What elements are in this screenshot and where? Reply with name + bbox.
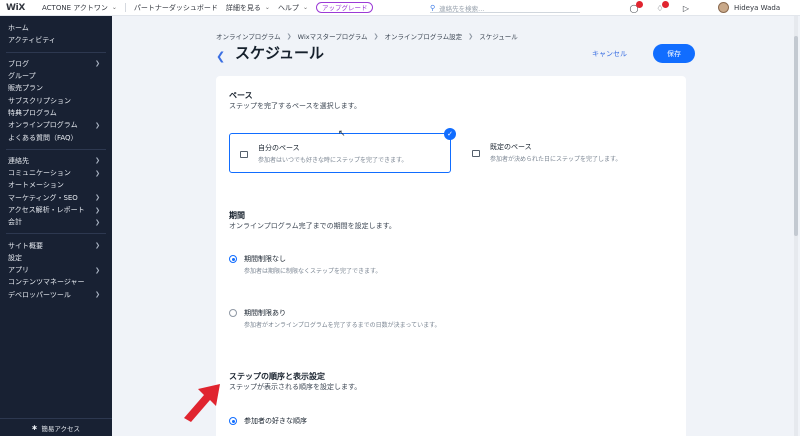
chevron-right-icon: ❯ [94,194,100,202]
search-icon: ⚲ [430,3,436,12]
radio-label: 期間制限あり [244,309,286,317]
search-placeholder: 連絡先を検索... [439,4,485,13]
topbar-icons: ◯ ♢ ▷ [628,1,692,14]
radio-selected[interactable] [229,417,237,425]
pace-title: ペース [229,91,253,100]
search-input[interactable]: ⚲ 連絡先を検索... [430,3,580,13]
period-subtitle: オンラインプログラム完了までの期間を設定します。 [229,222,396,230]
save-button[interactable]: 保存 [653,44,695,63]
user-menu[interactable]: Hideya Wada [718,2,780,13]
pace-option-self[interactable]: 自分のペース 参加者はいつでも好きな時にステップを完了できます。 ✓ [229,128,456,173]
sidebar-item-settings[interactable]: 設定 [0,252,112,264]
sidebar-item-groups[interactable]: グループ [0,70,112,82]
pace-option-fixed[interactable]: 既定のペース 参加者が決められた日にステップを完了します。 [462,133,684,173]
sidebar: ホーム アクティビティ ブログ ❯ グループ 販売プラン サブスクリプション 特典… [0,16,112,436]
help-menu[interactable]: ヘルプ ⌄ [278,3,308,13]
sidebar-item-accounting[interactable]: 会計 ❯ [0,216,112,228]
sidebar-item-activity[interactable]: アクティビティ [0,34,112,46]
settings-card: ペース ステップを完了するペースを選択します。 自分のペース 参加者はいつでも好… [216,76,686,436]
divider [124,3,126,12]
radio-selected[interactable] [229,255,237,263]
sidebar-item-marketing[interactable]: マーケティング・SEO ❯ [0,192,112,204]
calendar-icon [240,151,248,158]
breadcrumb-current: スケジュール [479,33,518,41]
sidebar-item-automations[interactable]: オートメーション [0,179,112,191]
breadcrumb-item[interactable]: Wixマスタープログラム [298,31,368,41]
sidebar-item-pricing-plans[interactable]: 販売プラン [0,82,112,94]
chevron-right-icon: ❯ [94,121,100,129]
divider [6,228,106,235]
sidebar-item-faq[interactable]: よくある質問（FAQ） [0,131,112,143]
period-title: 期間 [229,211,245,220]
chevron-down-icon: ⌄ [264,4,270,11]
chevron-right-icon: ❯ [94,157,100,165]
pace-option-desc: 参加者はいつでも好きな時にステップを完了できます。 [258,157,408,164]
sidebar-item-communications[interactable]: コミュニケーション ❯ [0,167,112,179]
main-content: オンラインプログラム ❯ Wixマスタープログラム ❯ オンラインプログラム設定… [112,16,800,436]
user-name: Hideya Wada [734,3,781,12]
pace-subtitle: ステップを完了するペースを選択します。 [229,102,361,110]
sidebar-item-apps[interactable]: アプリ ❯ [0,264,112,276]
scrollbar[interactable] [794,16,798,436]
chevron-right-icon: ❯ [94,266,100,274]
radio-desc: 参加者は期限に制限なくステップを完了できます。 [244,268,382,275]
site-selector[interactable]: ACTONE アクトワン ⌄ [42,3,117,13]
order-title: ステップの順序と表示設定 [229,372,325,381]
radio-desc: 参加者がオンラインプログラムを完了するまでの日数が決まっています。 [244,322,441,329]
chevron-down-icon: ⌄ [302,4,308,11]
top-bar: WiX ACTONE アクトワン ⌄ パートナーダッシュボード 詳細を見る ⌄ ヘル… [0,0,800,16]
chevron-right-icon: ❯ [373,32,379,40]
sidebar-item-online-programs[interactable]: オンラインプログラム ❯ [0,119,112,131]
upgrade-button[interactable]: アップグレード [315,2,374,13]
pace-option-title: 自分のペース [258,144,300,152]
pace-option-title: 既定のペース [490,143,532,151]
radio-unselected[interactable] [229,309,237,317]
order-subtitle: ステップが表示される順序を設定します。 [229,383,362,391]
pace-option-desc: 参加者が決められた日にステップを完了します。 [490,156,622,163]
bell-icon[interactable]: ♢ [654,1,669,14]
divider [6,47,106,53]
sidebar-item-site-overview[interactable]: サイト概要 ❯ [0,239,112,251]
sidebar-item-home[interactable]: ホーム [0,22,112,34]
sidebar-item-contacts[interactable]: 連絡先 ❯ [0,155,112,167]
breadcrumb-item[interactable]: オンラインプログラム設定 [385,31,463,41]
wix-logo[interactable]: WiX [6,3,34,13]
chevron-right-icon: ❯ [286,32,292,40]
chevron-right-icon: ❯ [94,291,100,299]
megaphone-icon[interactable]: ▷ [680,2,692,14]
sidebar-item-analytics[interactable]: アクセス解析・レポート ❯ [0,204,112,216]
sidebar-item-content-manager[interactable]: コンテンツマネージャー [0,276,112,288]
notification-badge [636,1,643,8]
chevron-right-icon: ❯ [94,242,100,250]
chat-icon[interactable]: ◯ [628,1,643,14]
partner-dashboard-link[interactable]: パートナーダッシュボード [134,3,218,13]
sidebar-item-blog[interactable]: ブログ ❯ [0,58,112,70]
cancel-button[interactable]: キャンセル [592,49,627,59]
chevron-right-icon: ❯ [94,169,100,177]
calendar-icon [472,150,480,157]
quick-access-button[interactable]: ✱ 簡易アクセス [0,418,112,436]
breadcrumb-item[interactable]: オンラインプログラム [216,31,281,41]
annotation-arrow-icon [184,384,220,422]
sidebar-item-loyalty[interactable]: 特典プログラム [0,107,112,119]
chevron-right-icon: ❯ [468,32,474,40]
chevron-right-icon: ❯ [94,218,100,226]
page-title: スケジュール [235,44,324,62]
mouse-cursor-icon: ↖ [338,129,346,139]
radio-label: 期間制限なし [244,255,286,263]
chevron-right-icon: ❯ [94,206,100,214]
back-arrow-icon[interactable]: ❮ [216,50,225,63]
sidebar-item-developer-tools[interactable]: デベロッパーツール ❯ [0,289,112,301]
quick-access-icon: ✱ [31,423,38,432]
radio-label: 参加者の好きな順序 [244,417,307,425]
sidebar-item-subscriptions[interactable]: サブスクリプション [0,94,112,106]
explore-menu[interactable]: 詳細を見る ⌄ [226,3,270,13]
divider [6,144,106,150]
breadcrumb: オンラインプログラム ❯ Wixマスタープログラム ❯ オンラインプログラム設定… [216,31,518,42]
notification-badge [662,1,669,8]
check-icon: ✓ [444,128,456,140]
avatar [718,2,729,13]
chevron-down-icon: ⌄ [111,4,117,11]
chevron-right-icon: ❯ [94,60,100,68]
